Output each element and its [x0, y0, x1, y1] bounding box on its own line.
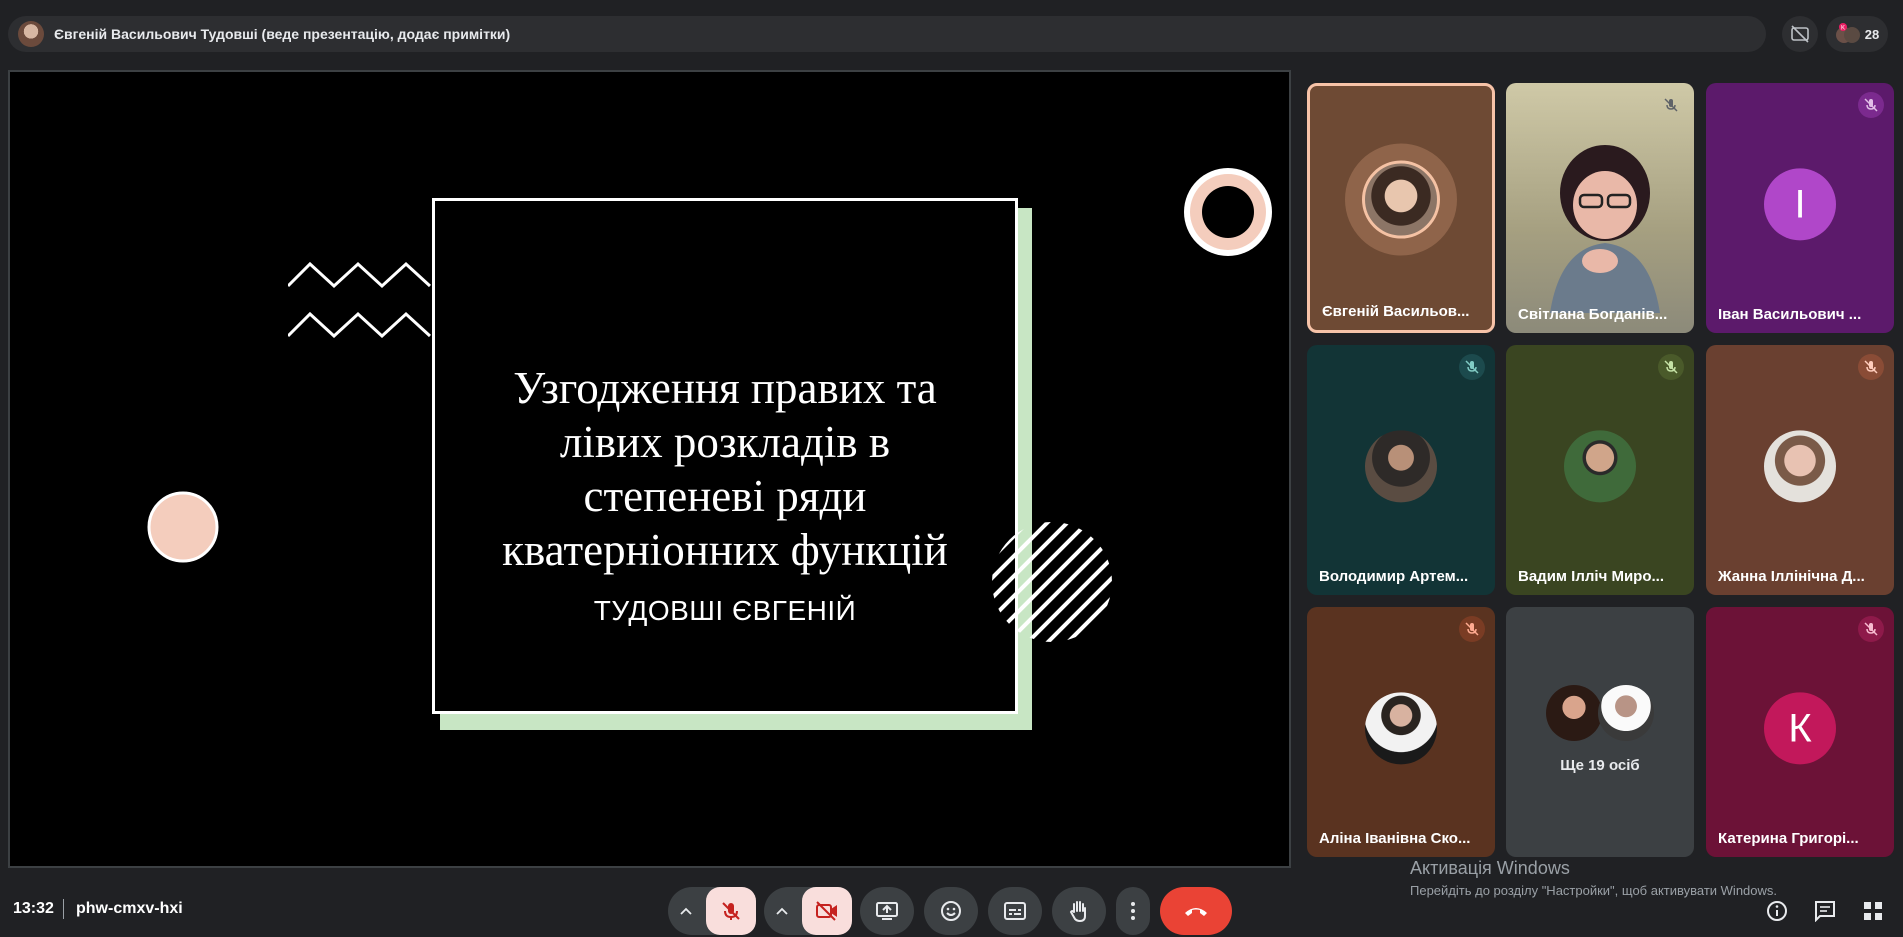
top-bar: Євгеній Васильович Тудовші (веде презент…	[0, 0, 1903, 64]
avatar	[1598, 685, 1654, 741]
mic-off-icon	[1664, 360, 1678, 374]
muted-indicator	[1858, 354, 1884, 380]
mic-group	[668, 887, 756, 935]
camera-off-icon	[816, 901, 837, 921]
audio-options-button[interactable]	[674, 899, 698, 923]
more-participants-tile[interactable]: Ще 19 осіб	[1506, 607, 1694, 857]
camera-toggle-button[interactable]	[802, 887, 852, 935]
end-call-icon	[1185, 908, 1207, 916]
muted-indicator	[1658, 354, 1684, 380]
avatar	[1365, 430, 1437, 503]
participant-name: Світлана Богданів...	[1518, 306, 1668, 323]
hand-icon	[1069, 901, 1086, 923]
muted-indicator	[1459, 616, 1485, 642]
ring-decoration	[1184, 168, 1272, 256]
participants-icon: K	[1835, 23, 1860, 43]
avatar	[1764, 430, 1836, 503]
presenter-banner[interactable]: Євгеній Васильович Тудовші (веде презент…	[8, 16, 1766, 52]
participant-tile[interactable]: Володимир Артем...	[1307, 345, 1495, 595]
presenter-text: Євгеній Васильович Тудовші (веде презент…	[54, 26, 511, 42]
mic-off-icon	[1664, 98, 1678, 112]
mic-off-icon	[1864, 622, 1878, 636]
mic-off-icon	[1864, 360, 1878, 374]
participant-tile[interactable]: Євгеній Васильов...	[1307, 83, 1495, 333]
chat-icon	[1815, 901, 1835, 922]
activities-button[interactable]	[1860, 898, 1886, 924]
muted-indicator	[1858, 92, 1884, 118]
camera-group	[764, 887, 852, 935]
peach-circle-decoration	[147, 491, 219, 563]
participant-name: Володимир Артем...	[1319, 568, 1469, 585]
present-screen-button[interactable]	[860, 887, 914, 935]
emoji-icon	[941, 901, 961, 921]
participant-name: Жанна Іллінічна Д...	[1718, 568, 1865, 585]
participants-count: 28	[1864, 26, 1880, 42]
participant-video	[1550, 145, 1660, 313]
mic-off-icon	[1465, 622, 1479, 636]
presentation-stage: Узгодження правих та лівих розкладів в с…	[8, 70, 1291, 868]
no-captions-button[interactable]	[1782, 16, 1818, 52]
divider	[63, 899, 64, 919]
chat-button[interactable]	[1812, 898, 1838, 924]
captions-icon	[1004, 902, 1026, 920]
participant-name: Катерина Григорі...	[1718, 830, 1859, 847]
activities-icon	[1864, 902, 1882, 920]
slide-title-line: степеневі ряди	[583, 471, 867, 521]
raise-hand-button[interactable]	[1052, 887, 1106, 935]
striped-circle-decoration	[992, 522, 1112, 642]
muted-indicator	[1459, 354, 1485, 380]
microphone-toggle-button[interactable]	[706, 887, 756, 935]
reactions-button[interactable]	[924, 887, 978, 935]
mic-off-icon	[1864, 98, 1878, 112]
zigzag-decoration	[288, 261, 432, 338]
meeting-code: phw-cmxv-hxi	[76, 900, 183, 917]
presenter-avatar	[18, 21, 44, 47]
participant-tile[interactable]: І Іван Васильович ...	[1706, 83, 1894, 333]
participant-name: Аліна Іванівна Ско...	[1319, 830, 1471, 847]
slide-author: ТУДОВШІ ЄВГЕНІЙ	[593, 595, 857, 626]
mic-off-icon	[1465, 360, 1479, 374]
mic-off-icon	[722, 902, 740, 920]
avatar	[1564, 430, 1636, 503]
chevron-up-icon	[680, 907, 692, 915]
clock: 13:32	[13, 900, 54, 917]
captions-button[interactable]	[988, 887, 1042, 935]
muted-indicator	[1858, 616, 1884, 642]
participant-name: Іван Васильович ...	[1718, 306, 1862, 323]
participant-tile[interactable]: Жанна Іллінічна Д...	[1706, 345, 1894, 595]
more-options-button[interactable]	[1116, 887, 1150, 935]
slide-title-line: Узгодження правих та	[513, 363, 937, 413]
participant-tile[interactable]: Світлана Богданів...	[1506, 83, 1694, 333]
slide-title-line: лівих розкладів в	[559, 417, 891, 467]
muted-indicator	[1658, 92, 1684, 118]
speaking-indicator	[1345, 143, 1457, 256]
avatar	[1365, 692, 1437, 765]
video-options-button[interactable]	[770, 899, 794, 923]
avatar	[1362, 160, 1440, 239]
avatar-letter: І	[1764, 168, 1836, 241]
svg-text:K: K	[1841, 26, 1845, 32]
avatar	[1546, 685, 1602, 741]
no-captions-icon	[1791, 25, 1809, 43]
leave-call-button[interactable]	[1160, 887, 1232, 935]
watermark-title: Активація Windows	[1410, 858, 1570, 878]
chevron-up-icon	[776, 907, 788, 915]
slide-title: Узгодження правих та лівих розкладів в с…	[435, 361, 1015, 577]
participant-name: Євгеній Васильов...	[1322, 303, 1470, 320]
present-screen-icon	[876, 902, 898, 920]
participants-button[interactable]: K 28	[1826, 16, 1888, 52]
info-icon	[1767, 901, 1787, 921]
slide-title-line: кватерніонних функцій	[502, 525, 948, 575]
more-participants-label: Ще 19 осіб	[1560, 757, 1640, 774]
participant-tile[interactable]: К Катерина Григорі...	[1706, 607, 1894, 857]
participant-name: Вадим Ілліч Миро...	[1518, 568, 1664, 585]
more-vert-icon	[1131, 902, 1135, 920]
meeting-details-button[interactable]	[1764, 898, 1790, 924]
participant-tile[interactable]: Аліна Іванівна Ско...	[1307, 607, 1495, 857]
participant-tile[interactable]: Вадим Ілліч Миро...	[1506, 345, 1694, 595]
avatar-letter: К	[1764, 692, 1836, 765]
slide-card: Узгодження правих та лівих розкладів в с…	[432, 198, 1018, 714]
